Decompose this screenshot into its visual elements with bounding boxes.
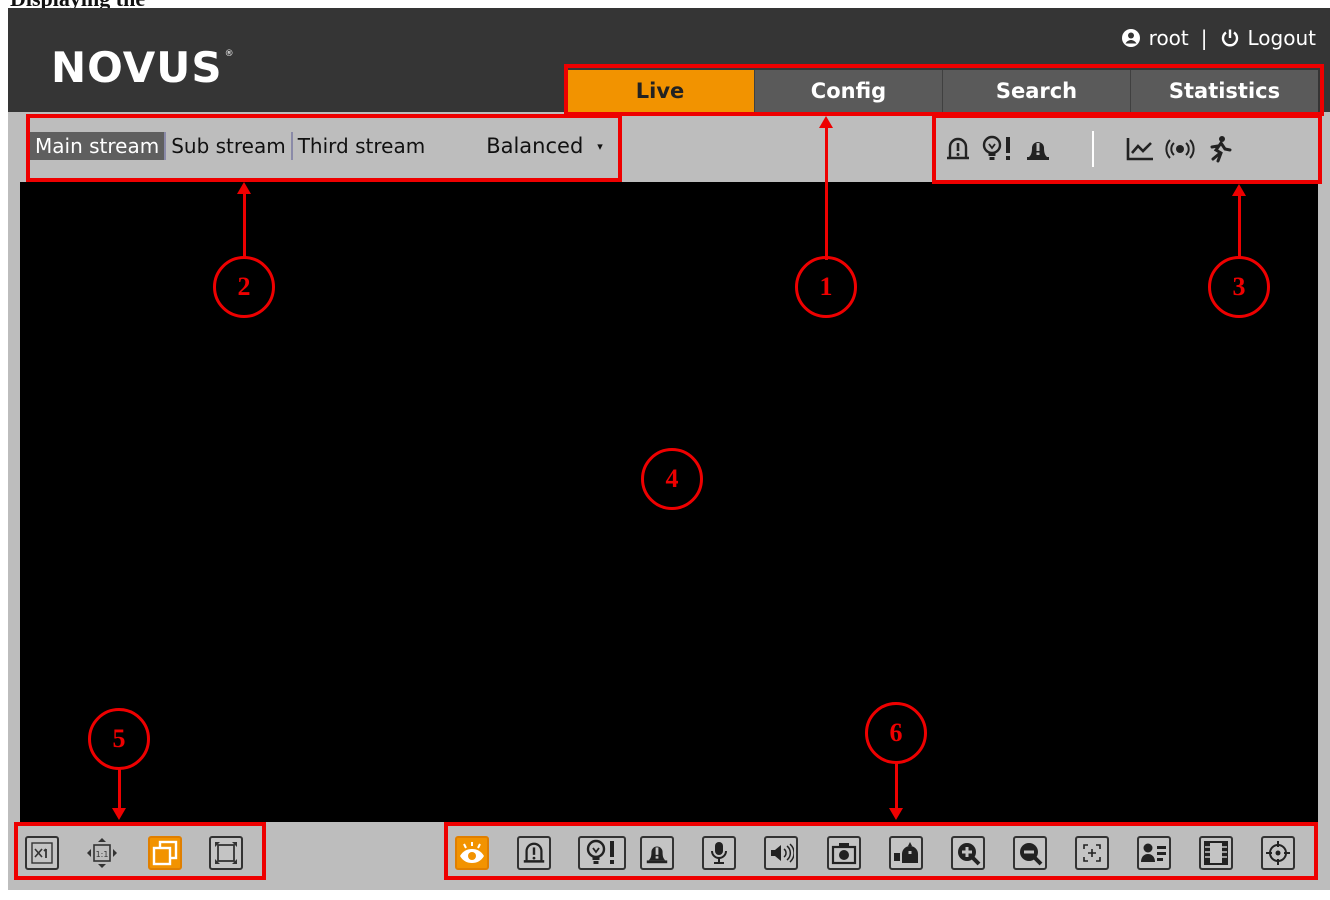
original-scale-button[interactable] [25, 836, 59, 870]
logo-text: NOVUS [51, 43, 223, 92]
callout-arrow-5 [112, 808, 126, 820]
snapshot-camera-icon [831, 843, 857, 865]
callout-arrow-6 [889, 808, 903, 820]
callout-5: 5 [88, 708, 150, 770]
film-strip-button[interactable] [1199, 836, 1233, 870]
svg-text:1:1: 1:1 [96, 850, 109, 859]
username: root [1148, 26, 1189, 50]
stream-toolbar: Main stream Sub stream Third stream Bala… [8, 112, 1330, 182]
callout-arrow-1 [819, 116, 833, 128]
callout-1: 1 [795, 256, 857, 318]
alarm-input-icon[interactable] [938, 132, 978, 166]
callout-4: 4 [641, 448, 703, 510]
icon-divider [1092, 131, 1094, 167]
callout-arrow-3 [1232, 184, 1246, 196]
bell-alarm-icon [646, 846, 668, 864]
fit-1-1-button[interactable]: 1:1 [85, 836, 119, 870]
speaker-button[interactable] [764, 836, 798, 870]
snapshot-button[interactable] [827, 836, 861, 870]
bell-alarm-icon[interactable] [1018, 132, 1058, 166]
light-alarm-icon [586, 839, 614, 864]
alarm-output-icon [523, 842, 545, 863]
callout-line-3 [1238, 194, 1241, 258]
digital-zoom-icon [1083, 844, 1101, 862]
fullscreen-icon [215, 842, 237, 864]
running-person-icon[interactable] [1200, 132, 1240, 166]
fit-1-1-icon: 1:1 [87, 838, 117, 868]
callout-line-2 [243, 192, 246, 258]
callout-line-5 [118, 768, 121, 810]
record-button[interactable] [889, 836, 923, 870]
chevron-down-icon: ▾ [597, 139, 603, 153]
window-overlap-button[interactable] [148, 836, 182, 870]
live-view-eye-icon [460, 842, 484, 863]
window-overlap-icon [152, 840, 178, 866]
bell-alarm-button[interactable] [640, 836, 674, 870]
crosshair-icon [1266, 841, 1290, 865]
callout-6: 6 [865, 702, 927, 764]
light-alarm-button[interactable] [578, 836, 626, 870]
original-scale-icon [31, 842, 53, 864]
callout-2: 2 [213, 256, 275, 318]
registered-mark: ® [224, 49, 234, 59]
callout-line-6 [895, 762, 898, 810]
user-bar: root | Logout [1121, 26, 1316, 50]
logout-link[interactable]: Logout [1248, 26, 1316, 50]
light-alarm-icon[interactable] [978, 132, 1018, 166]
quality-value: Balanced [486, 134, 584, 158]
novus-logo: NOVUS ® [51, 46, 234, 90]
main-tabs: Live Config Search Statistics [566, 70, 1318, 112]
stream-third[interactable]: Third stream [290, 132, 430, 160]
callout-line-1 [825, 126, 828, 260]
tab-config[interactable]: Config [754, 70, 942, 112]
alarm-status-icons [938, 131, 1240, 167]
quality-dropdown[interactable]: Balanced ▾ [486, 134, 603, 158]
zoom-out-button[interactable] [1013, 836, 1047, 870]
page-caption: Displaying the [10, 0, 145, 8]
stream-selector: Main stream Sub stream Third stream Bala… [30, 126, 603, 166]
callout-arrow-2 [237, 182, 251, 194]
tab-statistics[interactable]: Statistics [1130, 70, 1318, 112]
power-icon[interactable] [1220, 28, 1240, 48]
recording-icon [894, 842, 918, 863]
line-chart-icon[interactable] [1120, 132, 1160, 166]
face-id-icon [1141, 843, 1166, 862]
digital-zoom-button[interactable] [1075, 836, 1109, 870]
zoom-in-icon [958, 843, 981, 866]
user-icon [1121, 28, 1141, 48]
live-view-button[interactable] [455, 836, 489, 870]
tab-live[interactable]: Live [566, 70, 754, 112]
tab-search[interactable]: Search [942, 70, 1130, 112]
zoom-in-button[interactable] [951, 836, 985, 870]
audio-wave-icon[interactable] [1160, 132, 1200, 166]
fullscreen-button[interactable] [209, 836, 243, 870]
user-separator: | [1200, 26, 1208, 50]
microphone-button[interactable] [702, 836, 736, 870]
crosshair-button[interactable] [1261, 836, 1295, 870]
zoom-out-icon [1020, 843, 1043, 866]
speaker-icon [771, 843, 794, 863]
callout-3: 3 [1208, 256, 1270, 318]
stream-sub[interactable]: Sub stream [164, 132, 291, 160]
microphone-icon [711, 842, 727, 864]
bottom-toolbar: 1:1 [8, 822, 1330, 882]
stream-main[interactable]: Main stream [30, 132, 165, 160]
face-id-button[interactable] [1137, 836, 1171, 870]
alarm-output-button[interactable] [517, 836, 551, 870]
header: NOVUS ® root | Logout Live Config Search… [8, 8, 1330, 112]
film-strip-icon [1204, 841, 1228, 865]
